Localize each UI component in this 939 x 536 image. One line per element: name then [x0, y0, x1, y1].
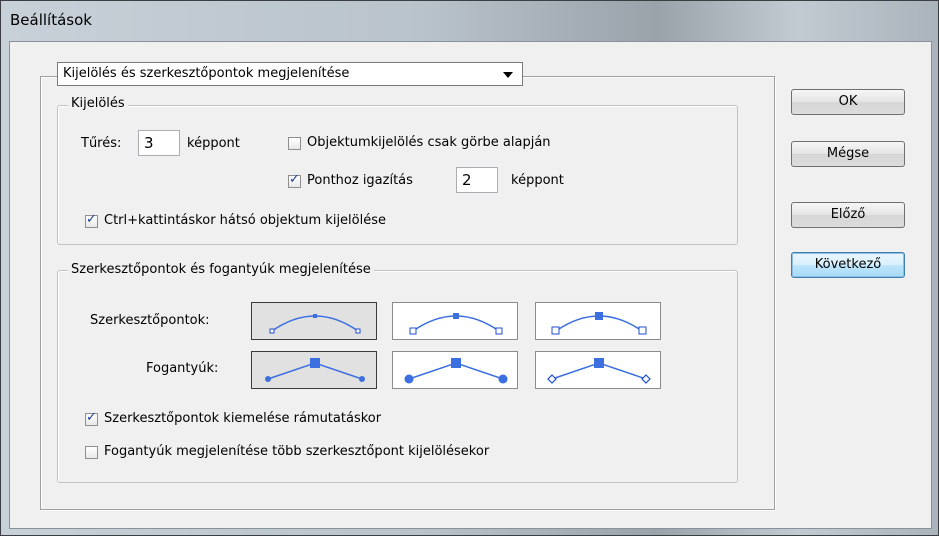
anchor-display-group-legend: Szerkesztőpontok és fogantyúk megjelenít… — [68, 262, 374, 277]
anchor-style-medium-option[interactable] — [392, 302, 518, 340]
handles-label: Fogantyúk: — [146, 361, 219, 376]
tolerance-unit: képpont — [187, 136, 240, 151]
check-icon: ✓ — [86, 212, 97, 227]
previous-button[interactable]: Előző — [791, 202, 905, 228]
handle-preview-small-icon — [265, 358, 365, 382]
handle-style-diamond-option[interactable] — [535, 351, 661, 389]
check-icon: ✓ — [289, 172, 300, 187]
anchor-points-label: Szerkesztőpontok: — [90, 313, 210, 328]
anchor-preview-large-icon — [551, 312, 647, 335]
snap-distance-unit: képpont — [511, 173, 564, 188]
chevron-down-icon[interactable] — [503, 72, 513, 78]
check-icon: ✓ — [86, 410, 97, 425]
ok-button[interactable]: OK — [791, 89, 905, 115]
highlight-anchor-label[interactable]: Szerkesztőpontok kiemelése rámutatáskor — [104, 411, 381, 426]
window-title: Beállítások — [10, 11, 92, 29]
preferences-dialog: Beállítások Kijelölés és szerkesztőponto… — [0, 0, 939, 536]
handle-preview-diamond-icon — [547, 358, 651, 384]
highlight-anchor-checkbox[interactable]: ✓ — [85, 410, 98, 426]
anchor-preview-medium-icon — [409, 313, 503, 335]
anchor-style-small-option[interactable] — [251, 302, 377, 340]
show-handles-checkbox[interactable] — [85, 446, 98, 459]
object-select-curve-checkbox[interactable] — [288, 137, 301, 150]
object-select-curve-label[interactable]: Objektumkijelölés csak görbe alapján — [307, 135, 551, 150]
snap-to-point-checkbox[interactable]: ✓ — [288, 172, 301, 188]
selection-group-legend: Kijelölés — [68, 96, 128, 111]
ctrl-click-label[interactable]: Ctrl+kattintáskor hátsó objektum kijelöl… — [104, 213, 386, 228]
tolerance-input[interactable]: 3 — [138, 130, 180, 156]
snap-distance-input[interactable]: 2 — [456, 167, 498, 193]
section-dropdown-value: Kijelölés és szerkesztőpontok megjelenít… — [63, 66, 350, 81]
snap-to-point-label[interactable]: Ponthoz igazítás — [307, 173, 413, 188]
cancel-button[interactable]: Mégse — [791, 141, 905, 167]
show-handles-label[interactable]: Fogantyúk megjelenítése több szerkesztőp… — [104, 444, 489, 459]
anchor-style-large-option[interactable] — [535, 302, 661, 340]
tolerance-label: Tűrés: — [81, 136, 122, 151]
handle-style-solid-option[interactable] — [392, 351, 518, 389]
next-button[interactable]: Következő — [791, 252, 905, 278]
ctrl-click-checkbox[interactable]: ✓ — [85, 212, 98, 228]
section-dropdown[interactable]: Kijelölés és szerkesztőpontok megjelenít… — [57, 62, 523, 86]
handle-preview-solid-icon — [404, 358, 508, 384]
anchor-preview-small-icon — [269, 314, 361, 334]
handle-style-small-option[interactable] — [251, 351, 377, 389]
